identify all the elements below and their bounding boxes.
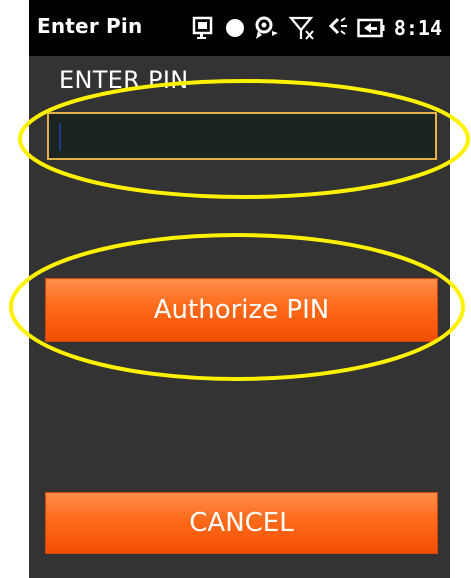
pin-input-frame	[47, 112, 437, 160]
battery-icon	[357, 17, 385, 39]
text-caret	[59, 123, 61, 151]
app-screen: Enter Pin 8:14 ENTER PIN Authorize PIN C…	[29, 0, 450, 578]
cancel-button[interactable]: CANCEL	[45, 492, 438, 554]
pin-label: ENTER PIN	[59, 66, 189, 94]
volume-icon	[324, 16, 348, 40]
no-signal-icon	[288, 15, 315, 41]
clock: 8:14	[393, 16, 442, 40]
status-icons: 8:14	[192, 10, 442, 46]
authorize-pin-button[interactable]: Authorize PIN	[45, 278, 438, 342]
status-dot-icon	[225, 18, 245, 38]
window-title: Enter Pin	[37, 14, 143, 38]
pin-input[interactable]	[49, 114, 435, 158]
sync-icon	[254, 15, 280, 41]
notification-window-icon[interactable]	[192, 16, 216, 40]
status-bar: Enter Pin 8:14	[29, 0, 450, 56]
